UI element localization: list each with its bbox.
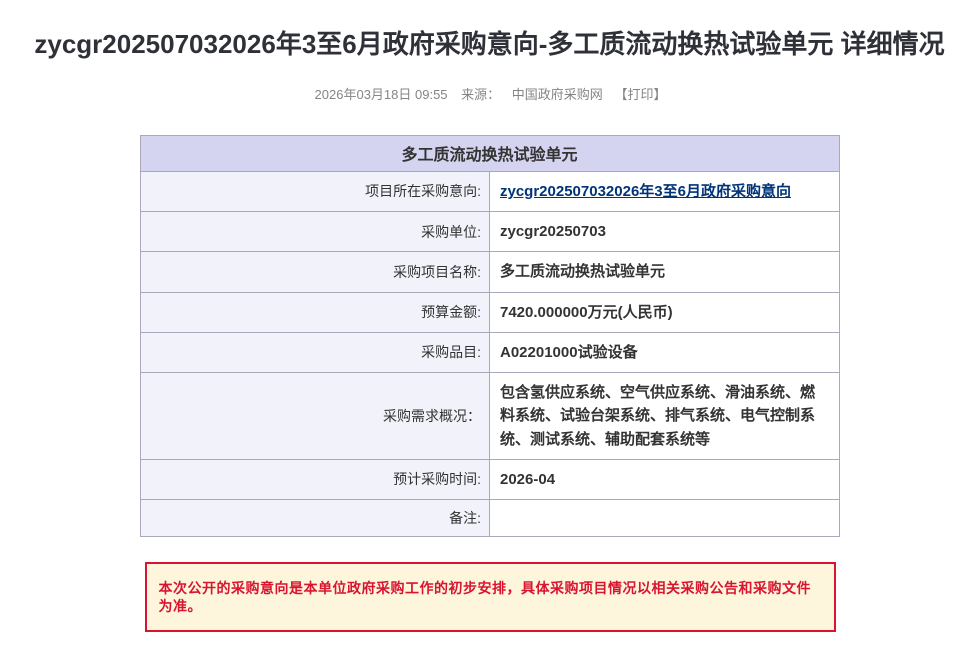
procurement-detail-page: zycgr202507032026年3至6月政府采购意向-多工质流动换热试验单元…: [0, 28, 979, 654]
row-label-expected-time: 预计采购时间:: [140, 459, 490, 499]
table-row: 采购项目名称: 多工质流动换热试验单元: [140, 252, 839, 292]
row-value-category: A02201000试验设备: [490, 332, 840, 372]
table-header-row: 多工质流动换热试验单元: [140, 135, 839, 171]
detail-table: 多工质流动换热试验单元 项目所在采购意向: zycgr202507032026年…: [140, 135, 840, 537]
row-label-demand-overview: 采购需求概况：: [140, 373, 490, 460]
row-value-remark: [490, 500, 840, 537]
table-row: 预计采购时间: 2026-04: [140, 459, 839, 499]
row-value-project-name: 多工质流动换热试验单元: [490, 252, 840, 292]
table-row: 采购需求概况： 包含氢供应系统、空气供应系统、滑油系统、燃料系统、试验台架系统、…: [140, 373, 839, 460]
row-label-intention: 项目所在采购意向:: [140, 171, 490, 211]
content-area: 多工质流动换热试验单元 项目所在采购意向: zycgr202507032026年…: [140, 135, 840, 633]
row-value-budget: 7420.000000万元(人民币): [490, 292, 840, 332]
row-value-demand-overview: 包含氢供应系统、空气供应系统、滑油系统、燃料系统、试验台架系统、排气系统、电气控…: [490, 373, 840, 460]
row-value-purchaser: zycgr20250703: [490, 212, 840, 252]
publish-datetime: 2026年03月18日 09:55: [315, 87, 448, 102]
table-row: 采购单位: zycgr20250703: [140, 212, 839, 252]
page-title: zycgr202507032026年3至6月政府采购意向-多工质流动换热试验单元…: [12, 28, 967, 62]
table-row: 预算金额: 7420.000000万元(人民币): [140, 292, 839, 332]
notice-text: 本次公开的采购意向是本单位政府采购工作的初步安排，具体采购项目情况以相关采购公告…: [159, 580, 812, 614]
table-row: 采购品目: A02201000试验设备: [140, 332, 839, 372]
meta-line: 2026年03月18日 09:55 来源： 中国政府采购网 【打印】: [0, 84, 979, 103]
table-title: 多工质流动换热试验单元: [140, 135, 839, 171]
intention-link[interactable]: zycgr202507032026年3至6月政府采购意向: [500, 183, 791, 200]
row-label-remark: 备注:: [140, 500, 490, 537]
row-label-category: 采购品目:: [140, 332, 490, 372]
row-value-expected-time: 2026-04: [490, 459, 840, 499]
table-row: 备注:: [140, 500, 839, 537]
notice-box: 本次公开的采购意向是本单位政府采购工作的初步安排，具体采购项目情况以相关采购公告…: [145, 562, 836, 632]
row-label-purchaser: 采购单位:: [140, 212, 490, 252]
row-value-intention: zycgr202507032026年3至6月政府采购意向: [490, 171, 840, 211]
print-button[interactable]: 【打印】: [614, 87, 666, 102]
row-label-budget: 预算金额:: [140, 292, 490, 332]
row-label-project-name: 采购项目名称:: [140, 252, 490, 292]
source-label: 来源：: [461, 87, 500, 102]
table-row: 项目所在采购意向: zycgr202507032026年3至6月政府采购意向: [140, 171, 839, 211]
source-name: 中国政府采购网: [512, 87, 603, 102]
